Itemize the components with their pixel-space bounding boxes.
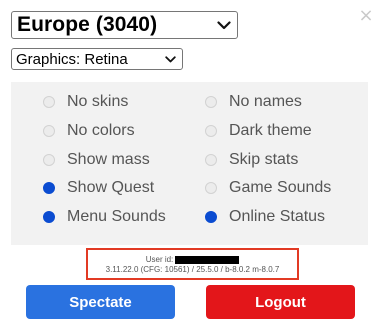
option-show-quest[interactable]: Show Quest — [43, 179, 154, 197]
user-id-label: User id: — [145, 255, 174, 264]
region-select-value: Europe (3040) — [17, 13, 158, 36]
radio-icon[interactable] — [205, 154, 217, 166]
option-label: No colors — [67, 122, 135, 139]
graphics-select[interactable]: Graphics: Retina — [11, 48, 183, 70]
chevron-down-icon — [217, 20, 231, 29]
spectate-button[interactable]: Spectate — [26, 285, 175, 319]
radio-icon[interactable] — [205, 182, 217, 194]
option-menu-sounds[interactable]: Menu Sounds — [43, 208, 166, 226]
option-no-names[interactable]: No names — [205, 93, 302, 111]
radio-icon[interactable] — [43, 125, 55, 137]
radio-icon[interactable] — [43, 154, 55, 166]
graphics-select-value: Graphics: Retina — [16, 50, 128, 68]
redacted-user-id — [175, 256, 240, 264]
option-no-colors[interactable]: No colors — [43, 122, 135, 140]
option-online-status[interactable]: Online Status — [205, 208, 325, 226]
option-dark-theme[interactable]: Dark theme — [205, 122, 312, 140]
radio-icon[interactable] — [43, 96, 55, 108]
option-label: Show mass — [67, 151, 150, 168]
settings-panel: No skins No names No colors Dark theme S… — [11, 82, 368, 245]
option-game-sounds[interactable]: Game Sounds — [205, 179, 331, 197]
option-label: Skip stats — [229, 151, 299, 168]
option-label: No skins — [67, 93, 129, 110]
option-label: Online Status — [229, 208, 326, 225]
option-no-skins[interactable]: No skins — [43, 93, 128, 111]
option-label: Menu Sounds — [67, 208, 166, 225]
option-label: Game Sounds — [229, 179, 332, 196]
radio-icon[interactable] — [205, 96, 217, 108]
option-show-mass[interactable]: Show mass — [43, 151, 150, 169]
option-label: Show Quest — [67, 179, 155, 196]
version-text: 3.11.22.0 (CFG: 10561) / 25.5.0 / b-8.0.… — [105, 265, 280, 274]
user-id-row: User id: — [88, 255, 297, 265]
region-select[interactable]: Europe (3040) — [11, 11, 238, 39]
option-label: Dark theme — [229, 122, 312, 139]
user-info-box: User id: 3.11.22.0 (CFG: 10561) / 25.5.0… — [86, 248, 299, 280]
option-label: No names — [229, 93, 302, 110]
option-skip-stats[interactable]: Skip stats — [205, 151, 298, 169]
close-icon[interactable]: × — [356, 6, 376, 26]
radio-icon[interactable] — [43, 211, 55, 223]
chevron-down-icon — [165, 55, 176, 62]
logout-button[interactable]: Logout — [206, 285, 355, 319]
radio-icon[interactable] — [205, 125, 217, 137]
radio-icon[interactable] — [43, 182, 55, 194]
radio-icon[interactable] — [205, 211, 217, 223]
